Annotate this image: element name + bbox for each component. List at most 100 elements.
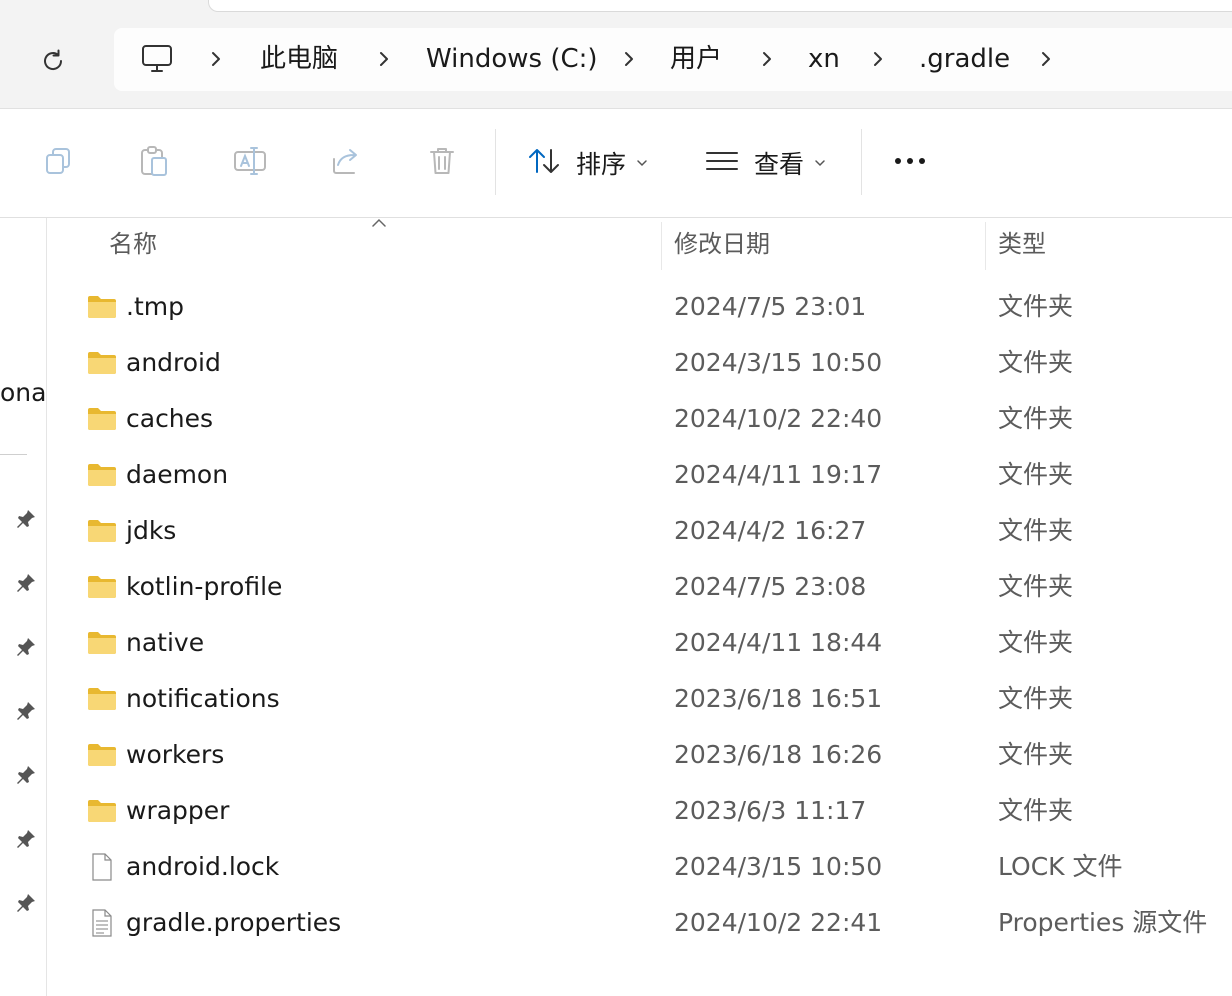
breadcrumb-item-users[interactable]: 用户 [670, 28, 722, 91]
rename-button[interactable] [228, 139, 272, 183]
file-row[interactable]: gradle.properties 2024/10/2 22:41 Properti… [46, 895, 1232, 951]
view-icon-button[interactable] [700, 139, 744, 183]
file-row[interactable]: native 2024/4/11 18:44 文件夹 [46, 615, 1232, 671]
chevron-right-icon[interactable] [868, 48, 888, 70]
chevron-right-icon[interactable] [757, 48, 777, 70]
file-type: 文件夹 [998, 740, 1074, 769]
folder-icon [87, 685, 117, 713]
breadcrumb[interactable]: 此电脑 Windows (C:) 用户 xn .gradle [114, 28, 1232, 91]
chevron-right-icon[interactable] [1036, 48, 1056, 70]
pin-icon[interactable] [14, 699, 38, 723]
file-name[interactable]: notifications [126, 671, 280, 727]
breadcrumb-item-this-pc[interactable]: 此电脑 [260, 28, 338, 91]
file-modified-date: 2024/3/15 10:50 [674, 852, 883, 881]
folder-icon [87, 461, 117, 489]
sort-icon-button[interactable] [522, 139, 566, 183]
toolbar-separator [495, 129, 496, 195]
command-bar: 排序 查看 [0, 109, 1232, 218]
chevron-right-icon[interactable] [374, 48, 394, 70]
file-modified-date: 2024/7/5 23:08 [674, 572, 867, 601]
file-modified-date: 2023/6/18 16:26 [674, 740, 883, 769]
file-type: LOCK 文件 [998, 852, 1123, 881]
file-name[interactable]: android.lock [126, 839, 279, 895]
folder-icon [87, 349, 117, 377]
nav-divider [0, 454, 27, 455]
copy-button[interactable] [36, 139, 80, 183]
file-name[interactable]: .tmp [126, 279, 184, 335]
sort-button[interactable]: 排序 [576, 145, 626, 181]
more-options-button[interactable] [888, 139, 932, 183]
file-row[interactable]: wrapper 2023/6/3 11:17 文件夹 [46, 783, 1232, 839]
file-modified-date: 2024/3/15 10:50 [674, 348, 883, 377]
column-header-type[interactable]: 类型 [998, 218, 1046, 270]
pin-icon[interactable] [14, 635, 38, 659]
pin-icon[interactable] [14, 827, 38, 851]
file-type: 文件夹 [998, 628, 1074, 657]
file-row[interactable]: .tmp 2024/7/5 23:01 文件夹 [46, 279, 1232, 335]
tab-bottom-edge [208, 0, 1232, 12]
column-header-date[interactable]: 修改日期 [674, 218, 770, 270]
file-row[interactable]: daemon 2024/4/11 19:17 文件夹 [46, 447, 1232, 503]
file-name[interactable]: jdks [126, 503, 176, 559]
toolbar-separator [861, 129, 862, 195]
rename-icon [234, 147, 266, 175]
folder-icon [87, 293, 117, 321]
chevron-right-icon[interactable] [619, 48, 639, 70]
file-list: .tmp 2024/7/5 23:01 文件夹 android 2024/3/15 10… [46, 279, 1232, 951]
file-name[interactable]: android [126, 335, 221, 391]
file-modified-date: 2023/6/18 16:51 [674, 684, 883, 713]
chevron-right-icon[interactable] [206, 48, 226, 70]
pin-icon[interactable] [14, 763, 38, 787]
nav-item-label[interactable]: ona [0, 378, 46, 407]
paste-button[interactable] [132, 139, 176, 183]
file-name[interactable]: native [126, 615, 204, 671]
column-header-name[interactable]: 名称 [109, 218, 157, 270]
more-icon [895, 158, 925, 164]
folder-icon [87, 573, 117, 601]
file-modified-date: 2024/4/11 19:17 [674, 460, 883, 489]
copy-icon [46, 148, 70, 174]
this-pc-icon[interactable] [140, 42, 174, 76]
file-modified-date: 2024/4/2 16:27 [674, 516, 867, 545]
share-button[interactable] [324, 139, 368, 183]
file-row[interactable]: workers 2023/6/18 16:26 文件夹 [46, 727, 1232, 783]
file-row[interactable]: jdks 2024/4/2 16:27 文件夹 [46, 503, 1232, 559]
folder-icon [87, 797, 117, 825]
delete-button[interactable] [420, 139, 464, 183]
pin-icon[interactable] [14, 891, 38, 915]
file-name[interactable]: workers [126, 727, 224, 783]
file-name[interactable]: wrapper [126, 783, 229, 839]
column-separator[interactable] [661, 222, 662, 270]
folder-icon [87, 517, 117, 545]
file-icon [87, 853, 117, 881]
breadcrumb-item-xn[interactable]: xn [808, 28, 840, 91]
folder-icon [87, 405, 117, 433]
file-name[interactable]: kotlin-profile [126, 559, 282, 615]
refresh-button[interactable] [30, 40, 76, 82]
file-type: 文件夹 [998, 460, 1074, 489]
breadcrumb-item-gradle[interactable]: .gradle [919, 28, 1010, 91]
file-row[interactable]: kotlin-profile 2024/7/5 23:08 文件夹 [46, 559, 1232, 615]
refresh-icon [44, 49, 63, 70]
file-modified-date: 2024/4/11 18:44 [674, 628, 883, 657]
file-row[interactable]: android.lock 2024/3/15 10:50 LOCK 文件 [46, 839, 1232, 895]
chevron-down-icon[interactable] [636, 159, 648, 167]
text-file-icon [87, 909, 117, 937]
file-name[interactable]: caches [126, 391, 213, 447]
file-type: 文件夹 [998, 292, 1074, 321]
file-name[interactable]: gradle.properties [126, 895, 341, 951]
paste-icon [141, 146, 167, 176]
chevron-down-icon[interactable] [814, 159, 826, 167]
folder-icon [87, 629, 117, 657]
pin-icon[interactable] [14, 507, 38, 531]
view-button[interactable]: 查看 [754, 145, 804, 181]
column-separator[interactable] [985, 222, 986, 270]
breadcrumb-item-drive-c[interactable]: Windows (C:) [426, 28, 598, 91]
file-row[interactable]: android 2024/3/15 10:50 文件夹 [46, 335, 1232, 391]
file-name[interactable]: daemon [126, 447, 228, 503]
file-modified-date: 2024/7/5 23:01 [674, 292, 867, 321]
file-type: Properties 源文件 [998, 908, 1208, 937]
file-row[interactable]: caches 2024/10/2 22:40 文件夹 [46, 391, 1232, 447]
pin-icon[interactable] [14, 571, 38, 595]
file-row[interactable]: notifications 2023/6/18 16:51 文件夹 [46, 671, 1232, 727]
